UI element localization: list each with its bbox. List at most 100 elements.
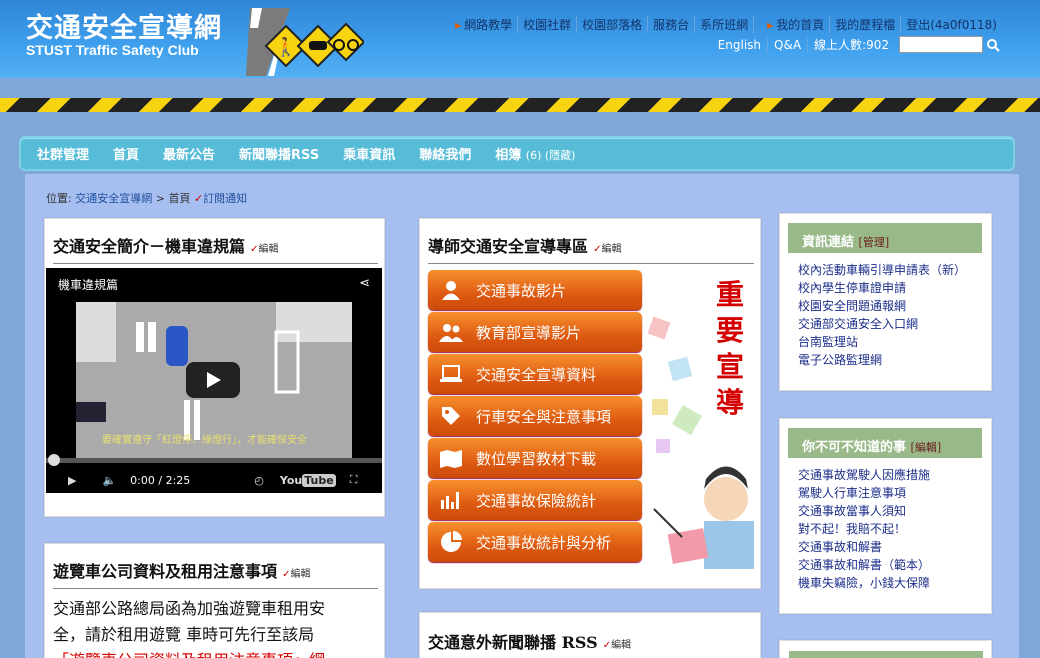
video-caption: 要確實遵守「紅燈停、綠燈行」，才能確保安全 (102, 435, 307, 446)
elearning-download-button[interactable]: 數位學習教材下載 (428, 438, 642, 478)
banner-char: 要 (716, 314, 745, 347)
list-item[interactable]: 電子公路監理網 (798, 351, 982, 369)
button-label: 交通事故影片 (476, 281, 567, 300)
play-small-icon[interactable]: ▶ (68, 474, 76, 487)
edit-link[interactable]: ✓編輯 (250, 244, 278, 255)
my-home-link[interactable]: ▸ 我的首頁 (762, 16, 831, 33)
site-header: 交通安全宣導網 STUST Traffic Safety Club 🚶 ▸ 網路教… (0, 0, 1040, 78)
tutor-box-header: 導師交通安全宣導專區 ✓編輯 (428, 233, 622, 257)
edit-link[interactable]: [編輯] (911, 441, 942, 454)
manage-link[interactable]: [管理] (859, 236, 890, 249)
info-links-title: 資訊連結 (802, 235, 855, 250)
info-links-list: 校內活動車輛引導申請表（新） 校內學生停車證申請 校園安全問題通報網 交通部交通… (788, 253, 982, 369)
clock-icon[interactable]: ◴ (254, 474, 264, 487)
nav-item-contact[interactable]: 聯絡我們 (419, 144, 471, 163)
banner-char: 宣 (716, 350, 745, 383)
bus-box-body: 交通部公路總局函為加強遊覽車租用安 全，請於租用遊覽 車時可先行至該局 「遊覽車… (53, 596, 325, 658)
top-link-community[interactable]: 校園社群 (518, 16, 578, 33)
list-item[interactable]: 交通事故駕駛人因應措施 (798, 466, 982, 484)
subscribe-link[interactable]: 訂閱通知 (203, 192, 247, 205)
safety-material-button[interactable]: 交通安全宣導資料 (428, 354, 642, 394)
divider (53, 588, 378, 589)
banner-text: 重 要 宣 導 (716, 277, 744, 421)
breadcrumb: 位置: 交通安全宣導網 > 首頁 ✓訂閱通知 (46, 190, 247, 206)
edit-label: 編輯 (601, 244, 622, 255)
list-item[interactable]: 交通事故和解書（範本） (798, 556, 982, 574)
top-link-blog[interactable]: 校園部落格 (577, 16, 649, 33)
list-item[interactable]: 對不起！我賠不起！ (798, 520, 982, 538)
bus-info-link[interactable]: 「遊覽車公司資料及租用注意事項」網 (53, 648, 325, 658)
breadcrumb-prefix: 位置: (46, 192, 72, 205)
logout-link[interactable]: 登出(4a0f0118) (901, 16, 1002, 33)
list-item[interactable]: 交通事故和解書 (798, 538, 982, 556)
button-label: 行車安全與注意事項 (476, 407, 612, 426)
bus-text-line: 交通部公路總局函為加強遊覽車租用安 (53, 599, 326, 618)
button-label: 交通事故保險統計 (476, 491, 597, 510)
nav-item-news[interactable]: 最新公告 (163, 144, 215, 163)
fullscreen-icon[interactable]: ⛶ (350, 473, 358, 487)
play-icon (207, 372, 221, 388)
must-know-title: 你不可不知道的事 (802, 440, 907, 455)
site-title[interactable]: 交通安全宣導網 (26, 6, 222, 45)
top-link-dept[interactable]: 系所班網 (695, 16, 755, 33)
nav-item-rss[interactable]: 新聞聯播RSS (239, 144, 319, 163)
person-icon (438, 277, 464, 303)
qa-link[interactable]: Q&A (768, 37, 809, 52)
search-input[interactable] (899, 36, 983, 53)
nav-item-manage[interactable]: 社群管理 (37, 144, 89, 163)
rss-box-title: 交通意外新聞聯播 RSS (428, 633, 598, 652)
moe-video-button[interactable]: 教育部宣導影片 (428, 312, 642, 352)
header-gap (0, 78, 1040, 98)
breadcrumb-current: 首頁 (168, 192, 191, 205)
volume-icon[interactable]: 🔈 (102, 474, 116, 487)
tag-icon (438, 403, 464, 429)
list-item[interactable]: 校內活動車輛引導申請表（新） (798, 261, 982, 279)
rss-box: 交通意外新聞聯播 RSS ✓編輯 (419, 612, 761, 658)
top-link-label: 網路教學 (464, 18, 513, 32)
svg-text:🚶: 🚶 (275, 36, 297, 58)
nav-item-album[interactable]: 相簿 (6) (隱藏) (495, 144, 575, 163)
search-icon[interactable] (986, 38, 1000, 52)
accident-video-button[interactable]: 交通事故影片 (428, 270, 642, 310)
accident-analysis-button[interactable]: 交通事故統計與分析 (428, 522, 642, 562)
nav-album-label: 相簿 (495, 148, 522, 163)
list-item[interactable]: 校園安全問題通報網 (798, 297, 982, 315)
english-link[interactable]: English (712, 37, 769, 52)
list-item[interactable]: 駕駛人行車注意事項 (798, 484, 982, 502)
side-box-3 (779, 640, 992, 658)
breadcrumb-site[interactable]: 交通安全宣導網 (75, 192, 152, 205)
side-box-3-header (789, 651, 983, 658)
divider (53, 263, 378, 264)
video-scrubber[interactable] (48, 454, 60, 466)
share-icon[interactable]: ⋖ (359, 276, 370, 291)
banner-char: 重 (716, 278, 745, 311)
driving-safety-button[interactable]: 行車安全與注意事項 (428, 396, 642, 436)
nav-item-ride[interactable]: 乘車資訊 (343, 144, 395, 163)
list-item[interactable]: 交通部交通安全入口網 (798, 315, 982, 333)
map-icon (438, 445, 464, 471)
must-know-header: 你不可不知道的事 [編輯] (788, 428, 982, 458)
youtube-logo[interactable]: You Tube (280, 473, 336, 487)
list-item[interactable]: 機車失竊險，小錢大保障 (798, 574, 982, 592)
check-icon: ✓ (193, 192, 204, 205)
info-links-panel: 資訊連結 [管理] 校內活動車輛引導申請表（新） 校內學生停車證申請 校園安全問… (788, 223, 982, 369)
edit-link[interactable]: ✓編輯 (603, 640, 631, 651)
nav-item-home[interactable]: 首頁 (113, 144, 139, 163)
edit-link[interactable]: ✓編輯 (282, 569, 310, 580)
arrow-icon: ▸ (767, 18, 774, 32)
edit-link[interactable]: ✓編輯 (593, 244, 621, 255)
insurance-stats-button[interactable]: 交通事故保險統計 (428, 480, 642, 520)
must-know-panel: 你不可不知道的事 [編輯] 交通事故駕駛人因應措施 駕駛人行車注意事項 交通事故… (788, 428, 982, 592)
top-link-helpdesk[interactable]: 服務台 (648, 16, 696, 33)
list-item[interactable]: 台南監理站 (798, 333, 982, 351)
button-label: 交通事故統計與分析 (476, 533, 612, 552)
video-controls: ▶ 🔈 0:00 / 2:25 ◴ You Tube ⛶ (46, 467, 382, 493)
button-label: 數位學習教材下載 (476, 449, 597, 468)
portfolio-link[interactable]: 我的歷程檔 (830, 16, 902, 33)
video-player[interactable]: 機車違規篇 ⋖ 要確實遵守「紅燈停、綠燈行」，才能確保安全 ▶ 🔈 0:00 /… (46, 268, 382, 493)
list-item[interactable]: 交通事故當事人須知 (798, 502, 982, 520)
list-item[interactable]: 校內學生停車證申請 (798, 279, 982, 297)
video-progress-bar[interactable] (46, 458, 382, 463)
top-link-elearning[interactable]: ▸ 網路教學 (450, 16, 519, 33)
play-button[interactable] (186, 362, 240, 398)
